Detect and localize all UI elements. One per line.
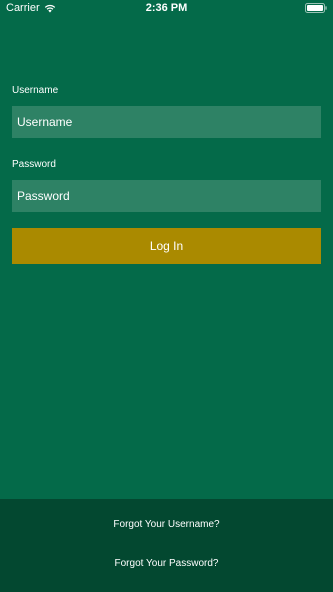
password-input[interactable] — [12, 180, 321, 212]
login-form: Username Password Log In — [12, 84, 321, 264]
battery-icon — [305, 3, 327, 13]
forgot-password-link[interactable]: Forgot Your Password? — [0, 558, 333, 569]
username-label: Username — [12, 85, 59, 96]
password-label: Password — [12, 159, 56, 170]
footer: Forgot Your Username? Forgot Your Passwo… — [0, 499, 333, 592]
status-bar: Carrier 2:36 PM — [0, 0, 333, 18]
username-input[interactable] — [12, 106, 321, 138]
login-button[interactable]: Log In — [12, 228, 321, 264]
status-time: 2:36 PM — [145, 2, 188, 14]
forgot-username-link[interactable]: Forgot Your Username? — [0, 519, 333, 530]
